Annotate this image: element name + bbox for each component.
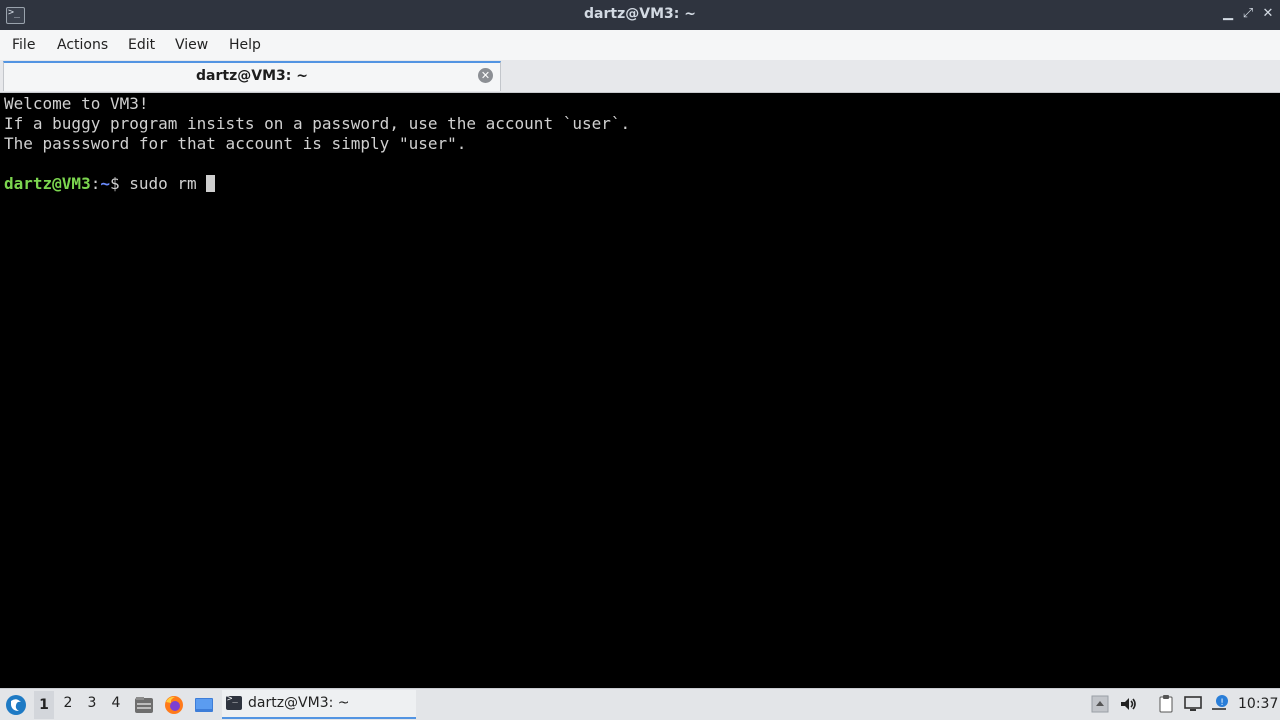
- taskbar-item-terminal[interactable]: dartz@VM3: ~: [222, 690, 416, 719]
- maximize-button[interactable]: ⤢: [1240, 6, 1256, 22]
- terminal-window: dartz@VM3: ~ ▁ ⤢ ✕ File Actions Edit Vie…: [0, 0, 1280, 688]
- terminal-line: The passsword for that account is simply…: [4, 134, 467, 153]
- command-input[interactable]: sudo rm: [129, 174, 206, 193]
- tab-terminal[interactable]: dartz@VM3: ~ ✕: [3, 61, 501, 91]
- title-bar[interactable]: dartz@VM3: ~ ▁ ⤢ ✕: [0, 0, 1280, 30]
- tab-bar: dartz@VM3: ~ ✕: [0, 60, 1280, 93]
- terminal-line: If a buggy program insists on a password…: [4, 114, 631, 133]
- workspace-3[interactable]: 3: [82, 695, 102, 711]
- menu-actions[interactable]: Actions: [57, 37, 108, 53]
- firefox-icon[interactable]: [163, 694, 185, 716]
- svg-text:!: !: [1220, 698, 1224, 708]
- task-label: dartz@VM3: ~: [248, 695, 350, 711]
- minimize-button[interactable]: ▁: [1220, 6, 1236, 22]
- notification-icon[interactable]: !: [1210, 694, 1230, 714]
- menu-file[interactable]: File: [12, 37, 35, 53]
- menu-help[interactable]: Help: [229, 37, 261, 53]
- desktop-icon[interactable]: [193, 694, 215, 716]
- menu-bar: File Actions Edit View Help: [0, 30, 1280, 60]
- taskbar: 1 2 3 4 dartz@VM3: ~ !: [0, 688, 1280, 720]
- terminal-line: Welcome to VM3!: [4, 94, 149, 113]
- tab-close-icon[interactable]: ✕: [478, 68, 493, 83]
- prompt-user: dartz@VM3: [4, 174, 91, 193]
- workspace-2[interactable]: 2: [58, 695, 78, 711]
- prompt-path: ~: [100, 174, 110, 193]
- network-icon[interactable]: [1183, 694, 1203, 714]
- terminal-output[interactable]: Welcome to VM3! If a buggy program insist…: [0, 93, 1280, 688]
- close-button[interactable]: ✕: [1260, 6, 1276, 22]
- menu-view[interactable]: View: [175, 37, 208, 53]
- workspace-1[interactable]: 1: [34, 691, 54, 719]
- terminal-icon: [226, 694, 242, 710]
- workspace-4[interactable]: 4: [106, 695, 126, 711]
- clipboard-icon[interactable]: [1156, 694, 1176, 714]
- prompt-symbol: $: [109, 174, 130, 193]
- prompt-colon: :: [90, 174, 101, 193]
- file-manager-icon[interactable]: [133, 694, 155, 716]
- text-cursor: [206, 175, 216, 192]
- start-menu-icon[interactable]: [4, 693, 28, 717]
- window-title: dartz@VM3: ~: [584, 6, 696, 22]
- tray-expand-icon[interactable]: [1090, 694, 1110, 714]
- volume-icon[interactable]: [1118, 694, 1138, 714]
- tab-label: dartz@VM3: ~: [196, 68, 308, 84]
- prompt-line: dartz@VM3:~$ sudo rm: [4, 174, 1280, 194]
- menu-edit[interactable]: Edit: [128, 37, 155, 53]
- clock[interactable]: 10:37: [1238, 696, 1278, 712]
